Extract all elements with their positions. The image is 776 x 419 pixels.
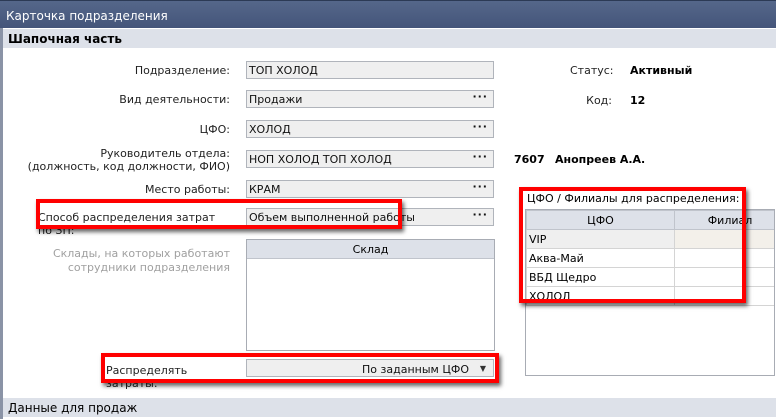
warehouses-label: Склады, на которых работают (52, 247, 230, 260)
head-label: Руководитель отдела: (100, 147, 230, 160)
workplace-value: КРАМ (249, 183, 281, 196)
head-code: 7607 (514, 153, 545, 166)
cfo-value: ХОЛОД (249, 123, 291, 136)
activity-value: Продажи (249, 93, 303, 106)
division-field[interactable]: ТОП ХОЛОД (246, 61, 494, 79)
highlight-box (36, 199, 402, 229)
warehouses-grid[interactable]: Склад (246, 239, 495, 351)
select-button[interactable]: ··· (472, 120, 488, 133)
head-value: НОП ХОЛОД ТОП ХОЛОД (249, 153, 392, 166)
select-button[interactable]: ··· (472, 180, 488, 193)
cfo-label: ЦФО: (199, 123, 230, 136)
activity-field[interactable]: Продажи ··· (246, 90, 494, 108)
head-label-hint: (должность, код должности, ФИО) (27, 160, 230, 173)
status-label: Статус: (570, 64, 614, 77)
select-button[interactable]: ··· (472, 150, 488, 163)
warehouse-column-header[interactable]: Склад (247, 240, 494, 259)
select-button[interactable]: ··· (472, 90, 488, 103)
workplace-label: Место работы: (145, 183, 230, 196)
activity-label: Вид деятельности: (119, 93, 230, 106)
highlight-box (519, 187, 746, 303)
cfo-field[interactable]: ХОЛОД ··· (246, 120, 494, 138)
division-value: ТОП ХОЛОД (249, 64, 318, 77)
workplace-field[interactable]: КРАМ ··· (246, 180, 494, 198)
division-label: Подразделение: (134, 64, 230, 77)
select-button[interactable]: ··· (472, 208, 488, 221)
left-border (0, 28, 3, 419)
section-header[interactable]: Шапочная часть (3, 29, 776, 48)
section-sales[interactable]: Данные для продаж (3, 398, 776, 417)
code-label: Код: (586, 94, 612, 107)
highlight-box (101, 353, 499, 383)
window-title: Карточка подразделения (0, 0, 776, 28)
warehouses-label-2: сотрудники подразделения (67, 261, 230, 274)
head-field[interactable]: НОП ХОЛОД ТОП ХОЛОД ··· (246, 150, 494, 168)
head-name: Анопреев А.А. (555, 153, 646, 166)
code-value: 12 (630, 94, 646, 107)
status-value: Активный (630, 64, 693, 77)
